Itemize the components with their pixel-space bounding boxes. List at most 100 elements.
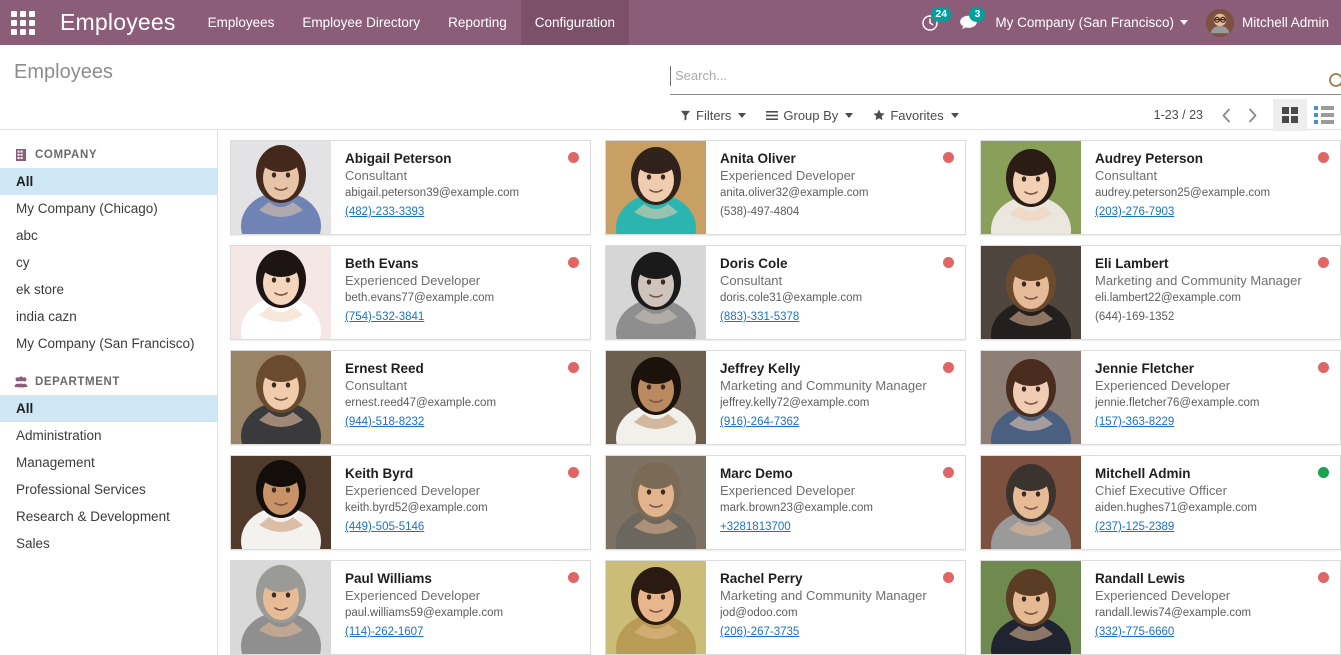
employee-card[interactable]: Eli Lambert Marketing and Community Manag… (980, 245, 1341, 340)
employee-name: Ernest Reed (345, 361, 424, 376)
status-badge[interactable] (1318, 152, 1329, 163)
employee-info: Keith Byrd Experienced Developer keith.byr… (331, 456, 590, 549)
menu-configuration[interactable]: Configuration (520, 0, 630, 45)
employee-phone[interactable]: (944)-518-8232 (345, 414, 424, 431)
status-badge[interactable] (568, 467, 579, 478)
employee-phone[interactable]: (754)-532-3841 (345, 309, 424, 326)
status-badge[interactable] (568, 362, 579, 373)
employee-info: Ernest Reed Consultant ernest.reed47@examp… (331, 351, 590, 444)
status-badge[interactable] (943, 362, 954, 373)
sidebar-company-all[interactable]: All (0, 168, 217, 195)
status-badge[interactable] (1318, 362, 1329, 373)
employee-info: Doris Cole Consultant doris.cole31@example… (706, 246, 965, 339)
status-badge[interactable] (1318, 572, 1329, 583)
company-switcher[interactable]: My Company (San Francisco) (987, 15, 1200, 30)
menu-reporting[interactable]: Reporting (434, 0, 521, 45)
employee-card[interactable]: Ernest Reed Consultant ernest.reed47@examp… (230, 350, 591, 445)
sidebar-company-ek-store[interactable]: ek store (0, 276, 217, 303)
apps-menu-toggle[interactable] (0, 0, 46, 45)
employee-phone[interactable]: (203)-276-7903 (1095, 204, 1174, 221)
favorites-dropdown[interactable]: Favorites (863, 104, 968, 127)
employee-card[interactable]: Mitchell Admin Chief Executive Officer aid… (980, 455, 1341, 550)
status-badge[interactable] (568, 152, 579, 163)
pager-previous-button[interactable] (1213, 101, 1239, 129)
employee-email: jennie.fletcher76@example.com (1095, 397, 1260, 409)
kanban-view-button[interactable] (1273, 99, 1307, 131)
sidebar-department-sales[interactable]: Sales (0, 530, 217, 557)
magnifier-icon[interactable] (1327, 71, 1341, 91)
activities-menu-button[interactable]: 24 (911, 0, 952, 45)
employee-phone[interactable]: +3281813700 (720, 519, 791, 536)
employee-photo (231, 141, 331, 234)
hamburger-lines-icon (766, 110, 779, 120)
status-badge[interactable] (1318, 467, 1329, 478)
employee-phone[interactable]: (237)-125-2389 (1095, 519, 1174, 536)
employee-phone[interactable]: (449)-505-5146 (345, 519, 424, 536)
employee-phone-row: (916)-264-7362 (720, 412, 953, 431)
status-badge[interactable] (1318, 257, 1329, 268)
list-view-button[interactable] (1307, 99, 1341, 131)
pager-next-button[interactable] (1239, 101, 1265, 129)
employee-job-title: Experienced Developer (1095, 588, 1231, 603)
employee-phone[interactable]: (883)-331-5378 (720, 309, 799, 326)
employee-phone-row: (449)-505-5146 (345, 517, 578, 536)
status-badge[interactable] (943, 152, 954, 163)
sidebar-department-research-development[interactable]: Research & Development (0, 503, 217, 530)
employee-phone-row: (157)-363-8229 (1095, 412, 1328, 431)
breadcrumb[interactable]: Employees (14, 61, 670, 84)
employee-phone[interactable]: (206)-267-3735 (720, 624, 799, 641)
employee-photo (981, 456, 1081, 549)
employee-phone[interactable]: (482)-233-3393 (345, 204, 424, 221)
sidebar-company-my-company-chicago[interactable]: My Company (Chicago) (0, 195, 217, 222)
employee-card[interactable]: Doris Cole Consultant doris.cole31@example… (605, 245, 966, 340)
employee-card[interactable]: Anita Oliver Experienced Developer anita.o… (605, 140, 966, 235)
menu-employees[interactable]: Employees (194, 0, 289, 45)
status-badge[interactable] (943, 572, 954, 583)
sidebar-company-india-cazn[interactable]: india cazn (0, 303, 217, 330)
employee-card[interactable]: Keith Byrd Experienced Developer keith.byr… (230, 455, 591, 550)
sidebar-company-cy[interactable]: cy (0, 249, 217, 276)
employee-phone[interactable]: (332)-775-6660 (1095, 624, 1174, 641)
menu-employee-directory[interactable]: Employee Directory (288, 0, 434, 45)
employee-photo (231, 246, 331, 339)
sidebar-company-abc[interactable]: abc (0, 222, 217, 249)
employee-job-title: Consultant (720, 273, 783, 288)
sidebar-company-my-company-san-francisco[interactable]: My Company (San Francisco) (0, 330, 217, 357)
status-badge[interactable] (568, 257, 579, 268)
search-bar[interactable] (670, 57, 1341, 95)
employee-phone[interactable]: (157)-363-8229 (1095, 414, 1174, 431)
employee-card[interactable]: Beth Evans Experienced Developer beth.evan… (230, 245, 591, 340)
search-input[interactable] (670, 65, 1341, 86)
employee-phone[interactable]: (916)-264-7362 (720, 414, 799, 431)
sidebar-department-management[interactable]: Management (0, 449, 217, 476)
status-badge[interactable] (943, 467, 954, 478)
employee-card[interactable]: Paul Williams Experienced Developer paul.w… (230, 560, 591, 655)
employee-card[interactable]: Abigail Peterson Consultant abigail.peters… (230, 140, 591, 235)
group-by-dropdown[interactable]: Group By (756, 104, 863, 127)
sidebar-department-all[interactable]: All (0, 395, 217, 422)
employee-name: Beth Evans (345, 256, 419, 271)
sidebar-department-professional-services[interactable]: Professional Services (0, 476, 217, 503)
pager-counter[interactable]: 1-23 / 23 (1154, 108, 1203, 122)
app-brand-title[interactable]: Employees (46, 0, 194, 45)
messaging-menu-button[interactable]: 3 (949, 0, 987, 45)
sidebar-department-administration[interactable]: Administration (0, 422, 217, 449)
employee-card[interactable]: Jennie Fletcher Experienced Developer jenn… (980, 350, 1341, 445)
status-badge[interactable] (943, 257, 954, 268)
status-badge[interactable] (568, 572, 579, 583)
employee-info: Mitchell Admin Chief Executive Officer aid… (1081, 456, 1340, 549)
employee-card[interactable]: Rachel Perry Marketing and Community Mana… (605, 560, 966, 655)
favorites-label: Favorites (890, 107, 944, 123)
employee-phone[interactable]: (114)-262-1607 (345, 624, 423, 641)
search-tools-row: Filters Group By Favorites 1-23 / 23 (670, 98, 1341, 132)
employee-card[interactable]: Randall Lewis Experienced Developer randal… (980, 560, 1341, 655)
employee-job-title: Experienced Developer (345, 588, 481, 603)
filters-dropdown[interactable]: Filters (670, 104, 756, 127)
employee-card[interactable]: Jeffrey Kelly Marketing and Community Man… (605, 350, 966, 445)
employee-card[interactable]: Marc Demo Experienced Developer mark.brown… (605, 455, 966, 550)
user-menu[interactable]: Mitchell Admin (1200, 8, 1329, 37)
employee-card[interactable]: Audrey Peterson Consultant audrey.peterson… (980, 140, 1341, 235)
messaging-counter-badge: 3 (969, 7, 986, 22)
kanban-card-grid: Abigail Peterson Consultant abigail.peters… (230, 140, 1341, 655)
employee-email: audrey.peterson25@example.com (1095, 187, 1271, 199)
